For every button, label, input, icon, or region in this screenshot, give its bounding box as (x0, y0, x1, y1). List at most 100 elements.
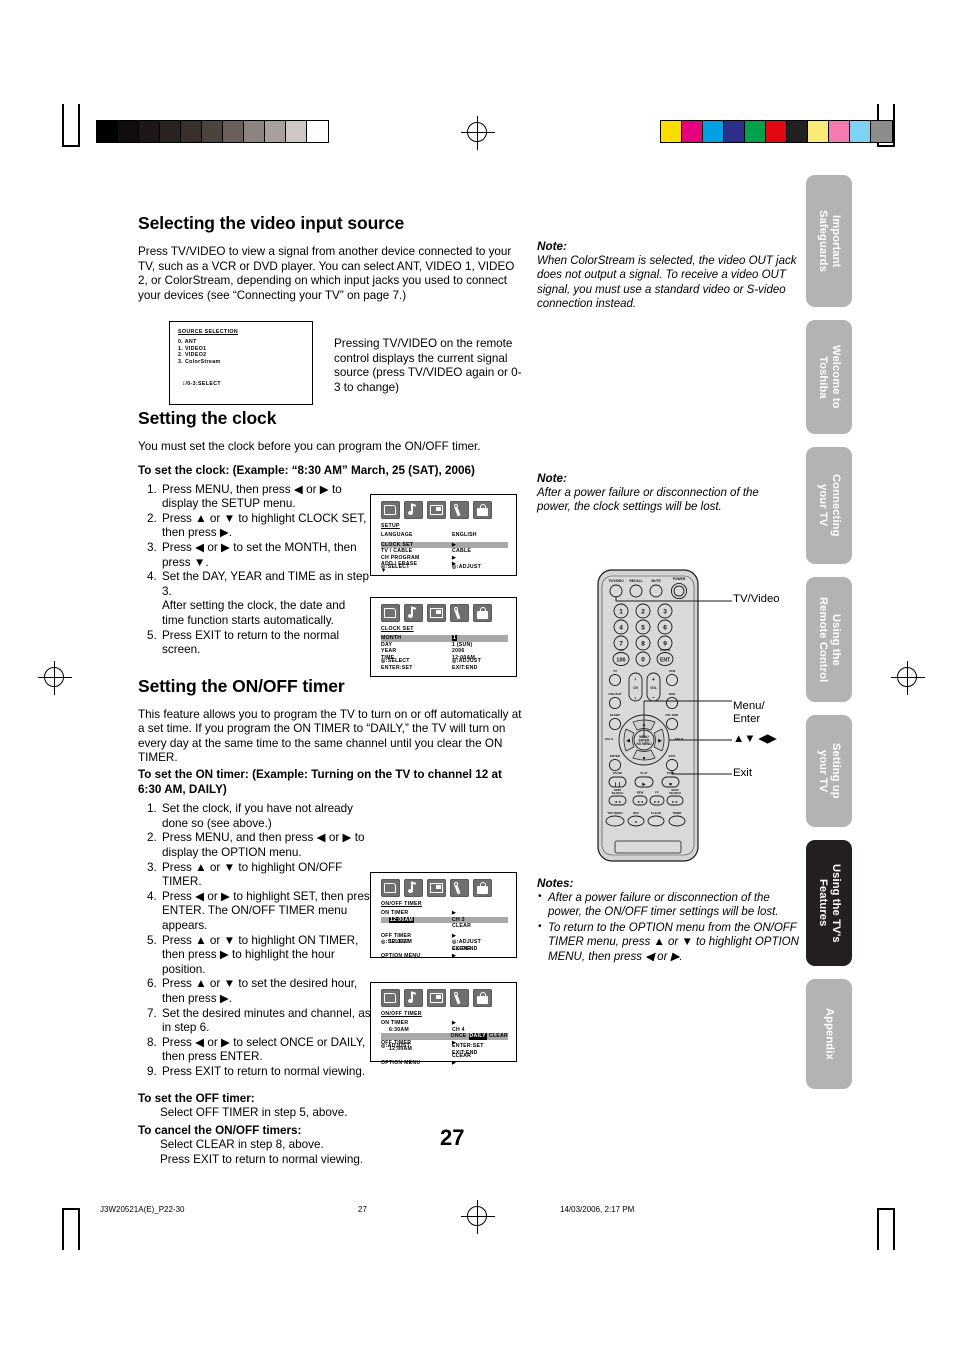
osd-row-value: CH 4 (452, 1026, 465, 1033)
sidebar-item-important-safeguards[interactable]: Important Safeguards (806, 175, 852, 307)
cancel-timer-body-2: Press EXIT to return to normal viewing. (160, 1152, 364, 1166)
svg-text:PIC SIZE: PIC SIZE (666, 713, 679, 717)
sidebar-item-using-the-remote-control[interactable]: Using the Remote Control (806, 577, 852, 702)
sidebar-item-welcome-to-toshiba[interactable]: Welcome to Toshiba (806, 320, 852, 434)
svg-text:VCR: VCR (669, 669, 676, 673)
svg-text:0: 0 (641, 657, 645, 664)
svg-text:+10: +10 (619, 648, 624, 652)
timer-steps-list: Set the clock, if you have not already d… (138, 802, 378, 1079)
list-item-extra: After setting the clock, the date and ti… (162, 599, 346, 627)
callout-label: Exit (733, 767, 752, 779)
osd-row: 6:30AM CH 4 (381, 1027, 508, 1034)
osd-row-label: OPTION MENU (381, 952, 421, 959)
svg-text:ENTER: ENTER (610, 754, 621, 758)
osd-footer: ◎:SELECT ENTER:SET ◎:ADJUST EXIT:END (381, 658, 508, 671)
osd-item: 3. ColorStream (178, 358, 221, 365)
osd-row-value: CLEAR (452, 923, 472, 930)
svg-text:FAV A: FAV A (605, 737, 614, 741)
osd-row-value: ▶ (452, 541, 457, 548)
svg-text:FF: FF (655, 791, 659, 795)
osd-footer-text: :ADJUST (385, 1043, 411, 1050)
off-timer-body: Select OFF TIMER in step 5, above. (160, 1106, 348, 1120)
osd-onoff-timer-menu-2: ON/OFF TIMER ON TIMER ▶ 6:30AM CH 4 ONCE D… (370, 982, 517, 1066)
osd-row-value: 2006 (452, 648, 465, 655)
sidebar-item-setting-up-your-tv[interactable]: Setting up your TV (806, 715, 852, 827)
osd-row-value: ▶ (452, 554, 457, 561)
timer-paragraph: This feature allows you to program the T… (138, 707, 522, 765)
crop-mark-tl-v (62, 104, 64, 146)
osd-setup-menu: SETUP LANGUAGE ENGLISH CLOCK SET ▶ TV / CA… (370, 494, 517, 576)
osd-footer-left-text: :SELECT (385, 564, 410, 570)
svg-text:MUTE: MUTE (651, 579, 661, 583)
list-item: Press ◀ or ▶ to select ONCE or DAILY, th… (160, 1036, 378, 1065)
callout-menu-enter: Menu/ Enter (733, 686, 765, 727)
picture-icon (427, 604, 446, 622)
sidebar-item-using-the-tvs-features[interactable]: Using the TV's Features (806, 840, 852, 966)
setup-wrench-icon (450, 879, 469, 897)
svg-text:■: ■ (669, 782, 672, 787)
svg-text:CH: CH (633, 686, 638, 690)
osd-title: SETUP (381, 523, 400, 529)
svg-text:▶: ▶ (642, 782, 646, 787)
list-item: Set the DAY, YEAR and TIME as in step 3.… (160, 570, 370, 628)
osd-time-chip: 12:00AM (389, 916, 415, 923)
osd-row-label: 6:30AM (389, 1026, 409, 1033)
callout-label: TV/Video (733, 593, 780, 605)
setup-wrench-icon (450, 501, 469, 519)
registration-mark-top (461, 116, 495, 150)
sidebar-item-label: Using the TV's Features (817, 863, 842, 943)
svg-text:6: 6 (663, 625, 667, 632)
sidebar-item-label: Using the Remote Control (817, 596, 842, 683)
crop-mark-tl2 (78, 104, 80, 146)
mode-clear: CLEAR (488, 1033, 508, 1040)
svg-text:7: 7 (619, 641, 623, 648)
osd-footer-text: :SELECT (385, 658, 410, 665)
picture-icon (427, 501, 446, 519)
page-title-timer: Setting the ON/OFF timer (138, 675, 345, 696)
list-item-text: Set the DAY, YEAR and TIME as in step 3. (162, 570, 370, 598)
cmyk-color-bar (660, 120, 893, 143)
osd-row: CLOCK SET ▶ (381, 541, 508, 549)
osd-footer-right: ENTER:SET EXIT:END (452, 1043, 508, 1056)
osd-icon-row (371, 495, 516, 521)
osd-footer: ◎:SELECT ◎:ADJUST (381, 564, 508, 570)
svg-text:EXIT: EXIT (669, 754, 676, 758)
svg-text:CLEAR: CLEAR (651, 811, 662, 815)
sidebar-item-connecting-your-tv[interactable]: Connecting your TV (806, 447, 852, 564)
osd-footer-line: EXIT:END (452, 664, 478, 671)
osd-item: 1. VIDEO1 (178, 345, 207, 352)
setup-wrench-icon (450, 989, 469, 1007)
osd-footer-line: ENTER:SET (381, 664, 413, 671)
cancel-timer-body-1: Select CLEAR in step 8, above. (160, 1138, 324, 1152)
sidebar-item-label: Appendix (823, 1008, 836, 1060)
svg-text:◄◄: ◄◄ (636, 800, 643, 804)
sidebar-item-appendix[interactable]: Appendix (806, 979, 852, 1089)
osd-row-label: DAY (381, 641, 393, 648)
footer-file-id: J3W20521A(E)_P22-30 (100, 1205, 185, 1214)
svg-text:SEARCH: SEARCH (612, 791, 624, 795)
list-item: Press ◀ or ▶ to set the MONTH, then pres… (160, 541, 370, 570)
osd-title: ON/OFF TIMER (381, 901, 422, 907)
osd-footer-left: ◎:SELECT (381, 564, 410, 570)
osd-row-value: CABLE (452, 548, 472, 555)
osd-row-label: 12:00AM (381, 916, 452, 924)
sidebar-tabs: Important Safeguards Welcome to Toshiba … (806, 175, 852, 1102)
list-item: Set the desired minutes and channel, as … (160, 1007, 378, 1036)
clock-steps-list: Press MENU, then press ◀ or ▶ to display… (138, 483, 370, 658)
osd-footer-left: ◎:SELECT (381, 939, 410, 946)
svg-text:►►: ►► (653, 800, 660, 804)
svg-text:PAUSE: PAUSE (613, 771, 623, 775)
osd-clock-set-menu: CLOCK SET MONTH 1 DAY 1 (SUN) YEAR 2006 TIM… (370, 597, 517, 677)
list-item: Press MENU, then press ◀ or ▶ to display… (160, 483, 370, 512)
osd-footer-line: EXIT:END (452, 945, 478, 952)
osd-footer: ↕/0-3:SELECT (182, 381, 222, 388)
osd-row-value: ▶ (452, 1059, 457, 1066)
osd-footer-text: :ADJUST (456, 939, 482, 946)
audio-icon (404, 879, 423, 897)
crop-mark-bl2 (78, 1208, 80, 1250)
svg-text:REC: REC (633, 811, 640, 815)
svg-text:▶: ▶ (658, 738, 662, 744)
svg-text:2: 2 (641, 609, 645, 616)
osd-footer-right-text: :ADJUST (456, 564, 482, 570)
svg-text:CH RTN: CH RTN (660, 648, 671, 652)
